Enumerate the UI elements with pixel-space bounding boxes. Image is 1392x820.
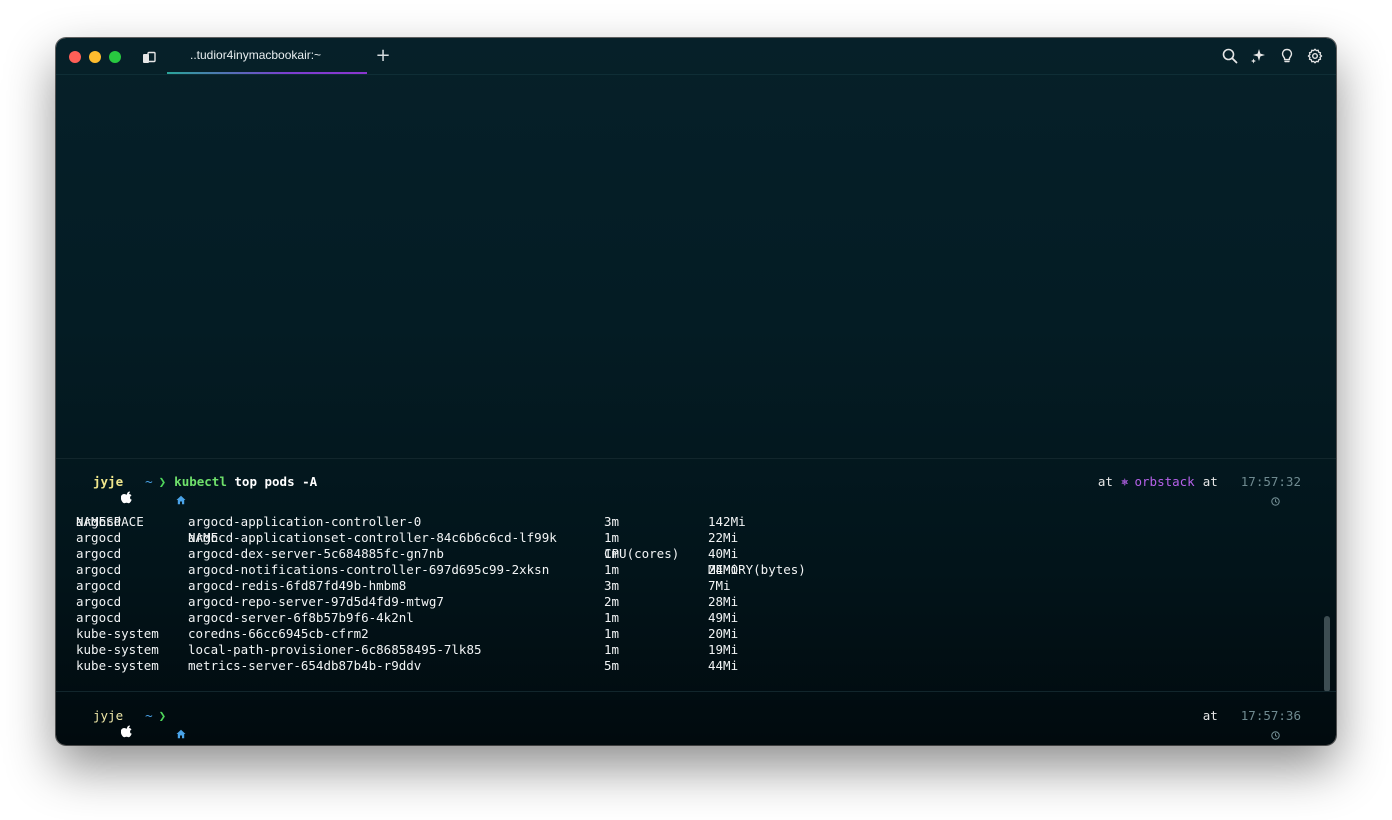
at-label: at: [1097, 474, 1113, 489]
input-right-info: at 17:57:36: [1202, 708, 1301, 740]
row-cpu: 1m: [604, 610, 620, 625]
row-cpu: 1m: [604, 642, 620, 657]
row-memory: 44Mi: [708, 658, 739, 673]
row-memory: 19Mi: [708, 642, 739, 657]
row-memory: 40Mi: [708, 546, 739, 561]
prompt-right-info: at ⎈ orbstack at 17:57:32: [1097, 474, 1301, 506]
row-pod-name: argocd-repo-server-97d5d4fd9-mtwg7: [188, 594, 444, 609]
prompt-directory: ~: [145, 708, 153, 723]
row-cpu: 1m: [604, 530, 620, 545]
row-memory: 22Mi: [708, 530, 739, 545]
close-window-button[interactable]: [69, 51, 81, 63]
row-pod-name: local-path-provisioner-6c86858495-7lk85: [188, 642, 482, 657]
at-label-2: at: [1202, 474, 1218, 489]
at-label: at: [1202, 708, 1218, 723]
prompt-user: jyje: [93, 474, 124, 489]
terminal-window: ..tudior4inymacbookair:~ + jyje ~ ❯ kube…: [56, 38, 1336, 745]
apple-icon: [76, 475, 132, 504]
tab-panel-icon[interactable]: [142, 50, 156, 64]
tab-active[interactable]: ..tudior4inymacbookair:~: [167, 38, 367, 74]
tab-title: ..tudior4inymacbookair:~: [190, 48, 322, 62]
prompt-user: jyje: [93, 708, 124, 723]
row-namespace: argocd: [76, 514, 122, 529]
row-memory: 49Mi: [708, 610, 739, 625]
command-name: kubectl: [174, 474, 227, 489]
row-memory: 142Mi: [708, 514, 746, 529]
row-memory: 24Mi: [708, 562, 739, 577]
row-cpu: 1m: [604, 626, 620, 641]
row-pod-name: argocd-application-controller-0: [188, 514, 422, 529]
command-prompt-line[interactable]: jyje ~ ❯ kubectl top pods -A: [76, 474, 318, 505]
lightbulb-icon[interactable]: [1279, 48, 1295, 64]
row-pod-name: argocd-dex-server-5c684885fc-gn7nb: [188, 546, 444, 561]
block-divider: [56, 458, 1336, 459]
apple-icon: [76, 709, 132, 738]
row-pod-name: coredns-66cc6945cb-cfrm2: [188, 626, 369, 641]
clock-icon: [1226, 712, 1280, 740]
row-cpu: 1m: [604, 546, 620, 561]
row-memory: 20Mi: [708, 626, 739, 641]
row-namespace: kube-system: [76, 658, 159, 673]
row-cpu: 5m: [604, 658, 620, 673]
sparkle-icon[interactable]: [1250, 48, 1266, 64]
prompt-timestamp: 17:57:36: [1240, 708, 1301, 723]
search-icon[interactable]: [1222, 48, 1238, 64]
row-cpu: 1m: [604, 562, 620, 577]
home-icon: [131, 711, 186, 739]
row-pod-name: argocd-applicationset-controller-84c6b6c…: [188, 530, 557, 545]
home-icon: [131, 477, 186, 505]
command-timestamp: 17:57:32: [1240, 474, 1301, 489]
zoom-window-button[interactable]: [109, 51, 121, 63]
row-memory: 7Mi: [708, 578, 731, 593]
gear-icon[interactable]: [1307, 48, 1323, 64]
input-divider: [56, 691, 1336, 692]
title-bar: ..tudior4inymacbookair:~ +: [56, 38, 1336, 75]
clock-icon: [1226, 478, 1280, 506]
row-namespace: argocd: [76, 578, 122, 593]
row-namespace: argocd: [76, 610, 122, 625]
input-prompt-line[interactable]: jyje ~ ❯: [76, 708, 186, 739]
row-cpu: 2m: [604, 594, 620, 609]
new-tab-button[interactable]: +: [374, 47, 392, 65]
row-namespace: kube-system: [76, 626, 159, 641]
scrollbar-thumb[interactable]: [1324, 616, 1330, 692]
row-namespace: argocd: [76, 530, 122, 545]
row-cpu: 3m: [604, 514, 620, 529]
prompt-chevron: ❯: [158, 708, 167, 723]
row-namespace: argocd: [76, 546, 122, 561]
kube-context: orbstack: [1134, 474, 1195, 489]
table-header-row: NAMESPACE NAME CPU(cores) MEMORY(bytes): [76, 498, 806, 577]
row-namespace: argocd: [76, 562, 122, 577]
row-namespace: kube-system: [76, 642, 159, 657]
row-pod-name: argocd-redis-6fd87fd49b-hmbm8: [188, 578, 407, 593]
minimize-window-button[interactable]: [89, 51, 101, 63]
row-namespace: argocd: [76, 594, 122, 609]
command-args: top pods -A: [234, 474, 318, 489]
prompt-directory: ~: [145, 474, 153, 489]
row-cpu: 3m: [604, 578, 620, 593]
row-pod-name: argocd-notifications-controller-697d695c…: [188, 562, 550, 577]
row-pod-name: argocd-server-6f8b57b9f6-4k2nl: [188, 610, 414, 625]
kubernetes-icon: ⎈: [1120, 474, 1129, 489]
tab-active-indicator: [167, 72, 367, 74]
row-memory: 28Mi: [708, 594, 739, 609]
row-pod-name: metrics-server-654db87b4b-r9ddv: [188, 658, 422, 673]
prompt-chevron: ❯: [158, 474, 167, 489]
